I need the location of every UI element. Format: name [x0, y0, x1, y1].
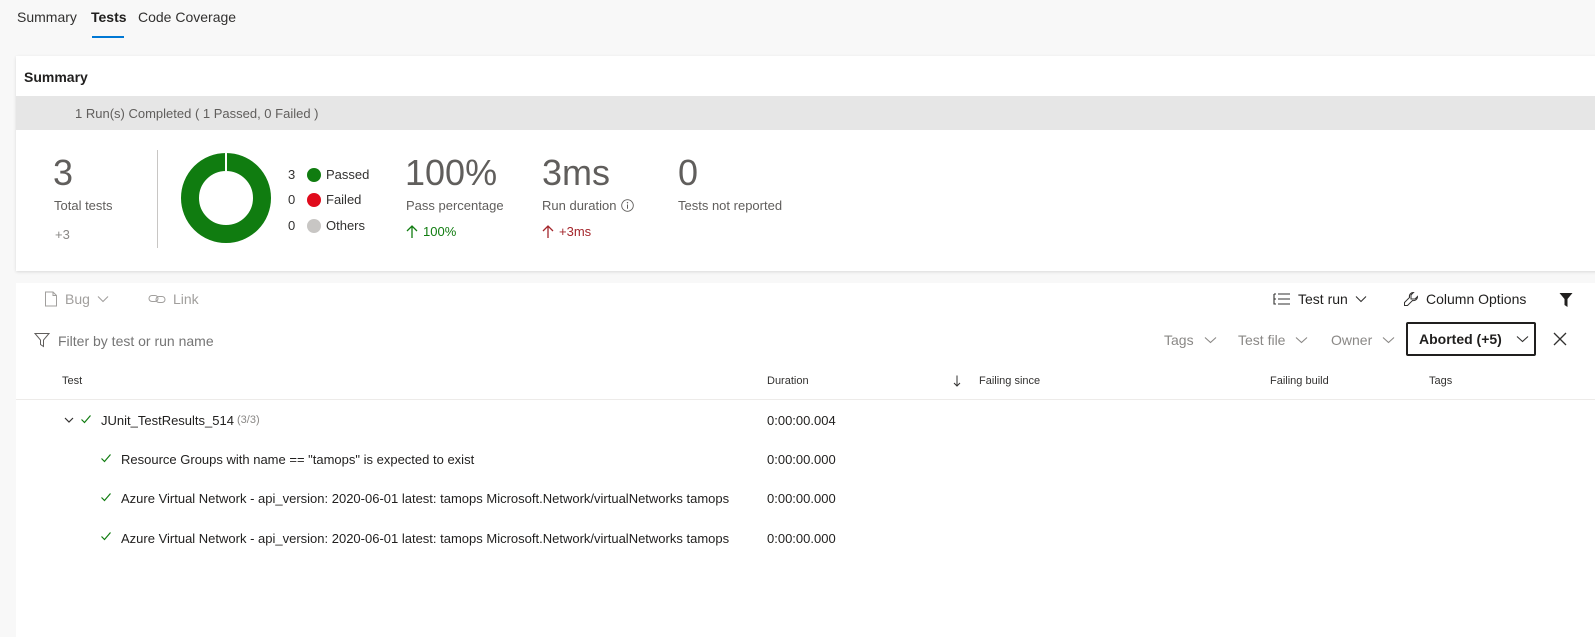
bug-button[interactable]: Bug	[44, 291, 109, 307]
group-duration: 0:00:00.004	[767, 413, 836, 428]
filter-icon	[34, 333, 50, 348]
pass-percentage-label: Pass percentage	[406, 198, 504, 213]
clear-filters-icon[interactable]	[1553, 332, 1567, 346]
run-status-text: 1 Run(s) Completed ( 1 Passed, 0 Failed …	[75, 106, 319, 121]
wrench-icon	[1404, 292, 1418, 306]
pass-percentage-delta: 100%	[406, 224, 456, 239]
column-options-button[interactable]: Column Options	[1403, 291, 1526, 307]
failed-dot-icon	[307, 193, 321, 207]
bug-label: Bug	[65, 291, 90, 307]
test-duration: 0:00:00.000	[767, 531, 836, 546]
delta-value: 100%	[423, 224, 457, 239]
total-tests-delta: +3	[55, 227, 70, 242]
column-header-failing-since[interactable]: Failing since	[979, 375, 1040, 387]
test-file-dropdown-label: Test file	[1238, 332, 1286, 348]
chevron-down-icon	[1296, 337, 1308, 344]
legend-count: 0	[288, 192, 296, 207]
chevron-down-icon	[1516, 336, 1529, 343]
test-duration: 0:00:00.000	[767, 452, 836, 467]
not-reported-value: 0	[678, 152, 699, 193]
test-name: Azure Virtual Network - api_version: 202…	[121, 531, 730, 546]
pass-percentage-value: 100%	[405, 152, 498, 193]
run-status-banner: 1 Run(s) Completed ( 1 Passed, 0 Failed …	[16, 96, 1595, 130]
group-by-icon	[1273, 293, 1290, 305]
chevron-down-icon	[1355, 296, 1367, 303]
run-duration-label-group: Run duration	[542, 198, 635, 213]
link-button[interactable]: Link	[148, 291, 199, 307]
column-header-tags[interactable]: Tags	[1429, 375, 1452, 387]
chevron-down-icon	[1382, 337, 1395, 344]
test-run-group-button[interactable]: Test run	[1273, 291, 1367, 307]
tags-dropdown[interactable]: Tags	[1164, 332, 1217, 348]
header-divider	[16, 399, 1595, 400]
chevron-down-icon	[97, 296, 109, 303]
check-icon	[101, 493, 111, 502]
test-name: Azure Virtual Network - api_version: 202…	[121, 491, 730, 506]
group-count: (3/3)	[237, 414, 260, 426]
legend-count: 0	[288, 218, 296, 233]
column-header-failing-build[interactable]: Failing build	[1270, 375, 1329, 387]
filter-input[interactable]	[58, 333, 358, 349]
legend-label: Others	[326, 218, 366, 233]
check-icon	[101, 454, 111, 463]
chevron-down-icon[interactable]	[63, 414, 75, 426]
not-reported-label: Tests not reported	[678, 198, 783, 213]
total-tests-label: Total tests	[54, 198, 113, 213]
summary-card: Summary 1 Run(s) Completed ( 1 Passed, 0…	[16, 56, 1595, 271]
chevron-down-icon	[1204, 337, 1216, 344]
owner-dropdown[interactable]: Owner	[1331, 332, 1395, 348]
check-icon	[81, 415, 91, 424]
check-icon	[101, 532, 111, 541]
outcome-dropdown[interactable]: Aborted (+5)	[1406, 322, 1536, 356]
tab-summary[interactable]: Summary	[17, 9, 77, 25]
document-icon	[45, 291, 57, 307]
filter-toggle-icon[interactable]	[1559, 292, 1573, 308]
legend-count: 3	[288, 167, 296, 182]
column-options-label: Column Options	[1426, 291, 1527, 307]
run-duration-label: Run duration	[542, 198, 617, 213]
tab-code-coverage[interactable]: Code Coverage	[138, 9, 236, 25]
tab-tests[interactable]: Tests	[91, 9, 127, 25]
arrow-up-icon	[542, 224, 554, 238]
info-icon[interactable]	[621, 199, 635, 212]
link-label: Link	[173, 291, 199, 307]
sort-descending-icon[interactable]	[953, 375, 961, 387]
test-file-dropdown[interactable]: Test file	[1238, 332, 1308, 348]
column-header-test[interactable]: Test	[62, 375, 82, 387]
test-name: Resource Groups with name == "tamops" is…	[121, 452, 475, 467]
group-name: JUnit_TestResults_514	[101, 413, 234, 428]
summary-title: Summary	[24, 69, 88, 85]
column-header-duration[interactable]: Duration	[767, 375, 809, 387]
tags-dropdown-label: Tags	[1164, 332, 1194, 348]
legend-label: Passed	[326, 167, 370, 182]
others-dot-icon	[307, 219, 321, 233]
pass-donut-chart	[181, 152, 271, 243]
arrow-up-icon	[406, 224, 418, 238]
run-duration-value: 3ms	[542, 152, 611, 193]
run-duration-delta: +3ms	[542, 224, 591, 239]
test-duration: 0:00:00.000	[767, 491, 836, 506]
outcome-dropdown-label: Aborted (+5)	[1419, 331, 1502, 347]
test-run-label: Test run	[1298, 291, 1348, 307]
passed-dot-icon	[307, 168, 321, 182]
active-tab-indicator	[92, 36, 124, 38]
owner-dropdown-label: Owner	[1331, 332, 1373, 348]
legend-label: Failed	[326, 192, 362, 207]
delta-value: +3ms	[559, 224, 592, 239]
divider	[157, 150, 158, 248]
total-tests-value: 3	[53, 152, 74, 193]
link-icon	[148, 295, 166, 303]
